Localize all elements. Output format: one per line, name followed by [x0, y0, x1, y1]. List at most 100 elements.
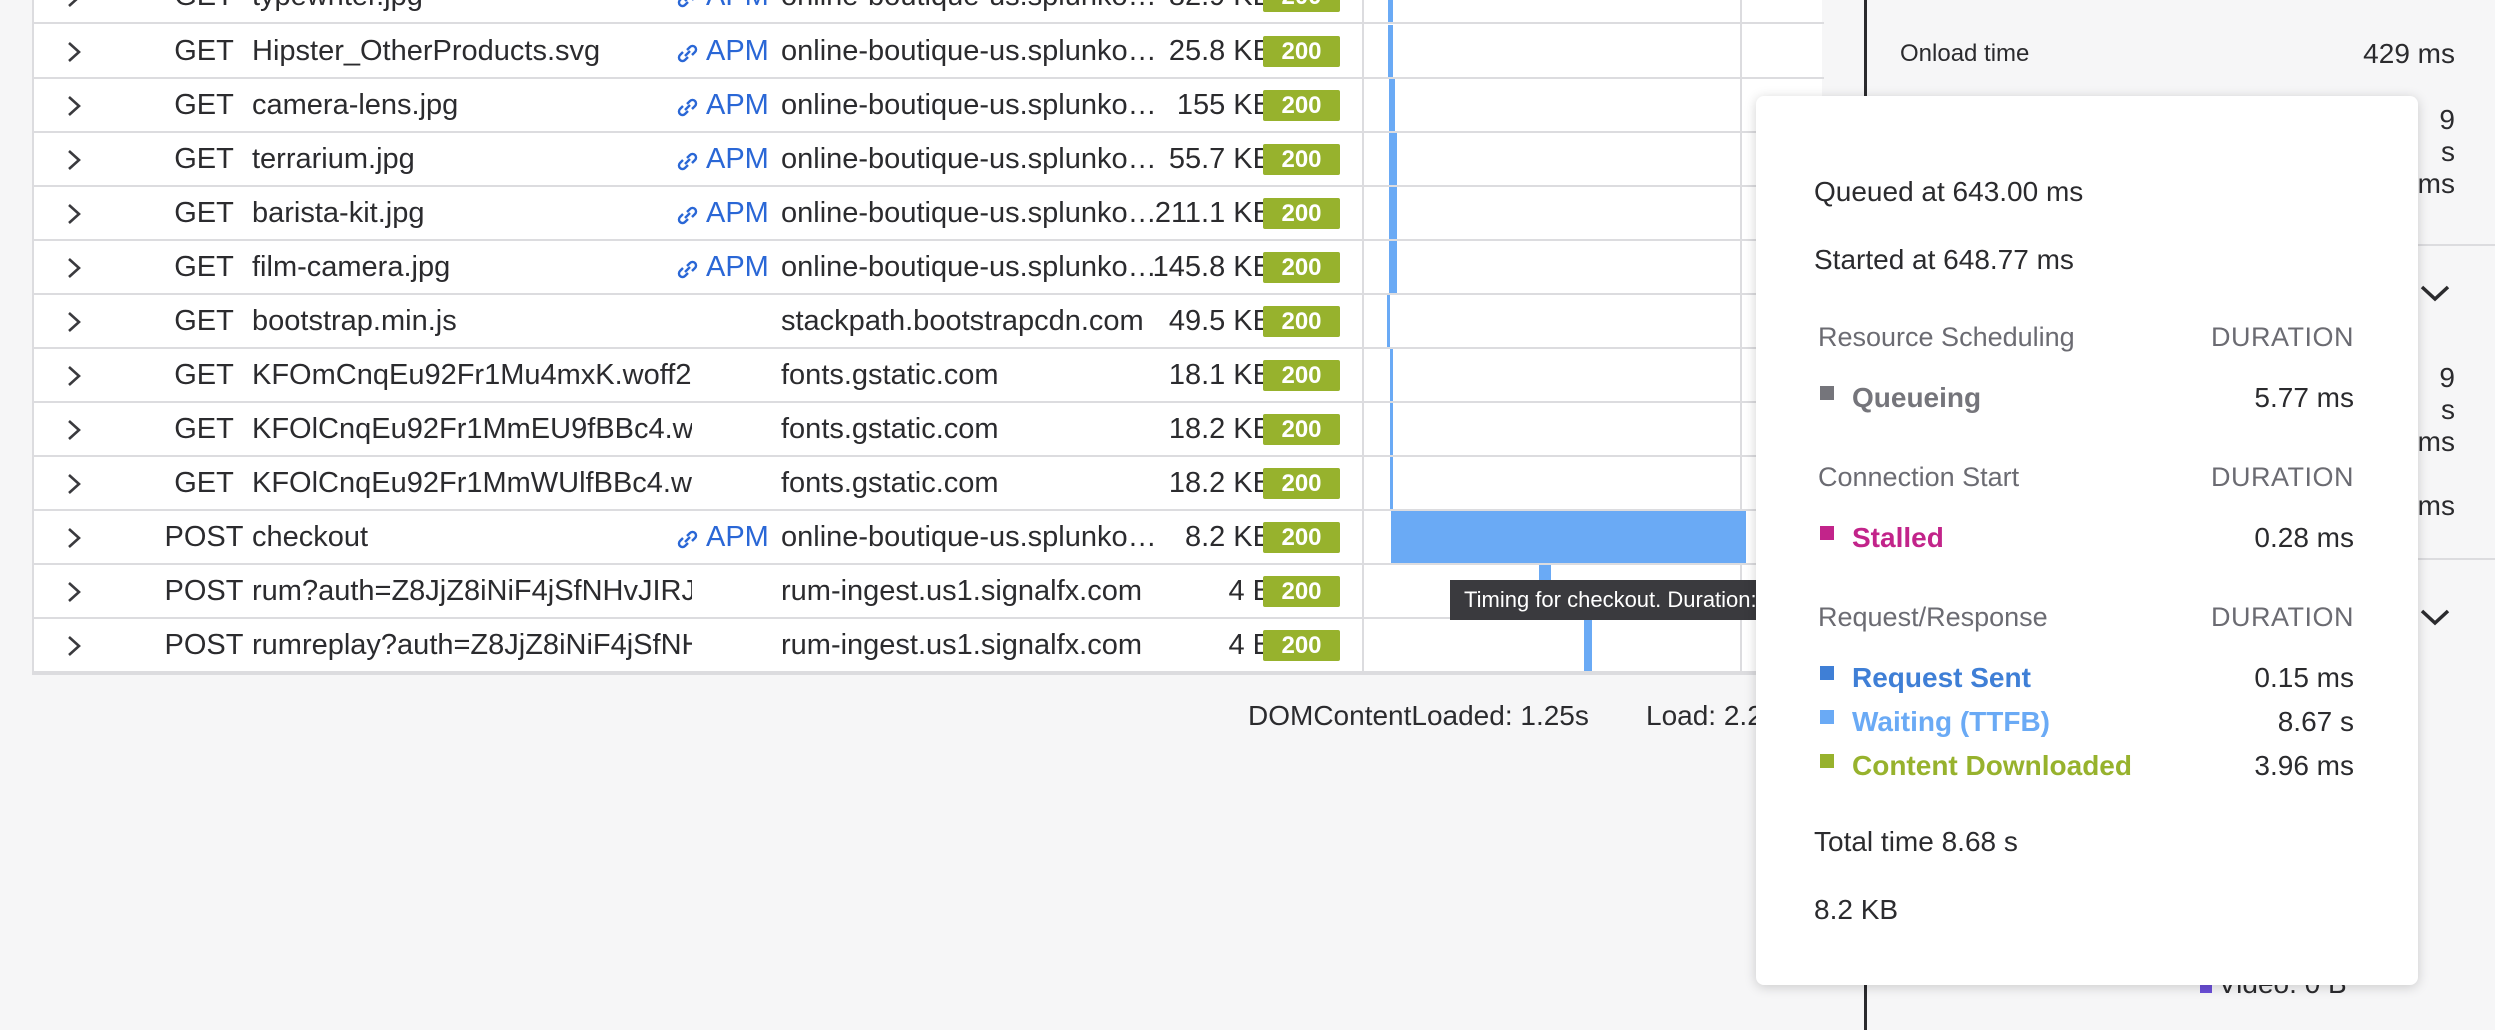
request-name: rumreplay?auth=Z8JjZ8iNiF4jSfNHvJIRJg	[252, 629, 692, 661]
started-at: Started at 648.77 ms	[1814, 244, 2074, 275]
request-name: Hipster_OtherProducts.svg	[252, 35, 601, 67]
waterfall-bar[interactable]	[1389, 241, 1397, 293]
duration-header: DURATION	[2211, 322, 2354, 352]
request-name: bootstrap.min.js	[252, 305, 457, 337]
waterfall-bar[interactable]	[1387, 295, 1390, 347]
request-domain: stackpath.bootstrapcdn.com	[781, 305, 1144, 337]
queued-at: Queued at 643.00 ms	[1814, 176, 2084, 207]
request-domain: fonts.gstatic.com	[781, 359, 999, 391]
status-badge: 200	[1263, 90, 1340, 121]
request-sent-label: Request Sent	[1852, 662, 2031, 693]
request-domain: fonts.gstatic.com	[781, 413, 999, 445]
expand-row-chevron-icon[interactable]	[64, 241, 94, 293]
table-row[interactable]: GET KFOlCnqEu92Fr1MmWUlfBBc4.woff2 fonts.g…	[34, 457, 1824, 511]
transfer-size: 18.2 KB	[1168, 413, 1272, 445]
request-name: film-camera.jpg	[252, 251, 451, 283]
expand-row-chevron-icon[interactable]	[64, 403, 94, 455]
request-method: GET	[144, 0, 264, 22]
content-downloaded-value: 3.96 ms	[2254, 750, 2354, 781]
status-badge: 200	[1263, 0, 1340, 12]
request-name: barista-kit.jpg	[252, 197, 425, 229]
request-name: rum?auth=Z8JjZ8iNiF4jSfNHvJIRJg	[252, 575, 692, 607]
network-table: GETtypewriter.jpgAPMonline-boutique-us.s…	[32, 0, 1824, 675]
request-sent-value: 0.15 ms	[2254, 662, 2354, 693]
stalled-label: Stalled	[1852, 522, 1944, 553]
waterfall-bar[interactable]	[1391, 511, 1746, 563]
waterfall-bar[interactable]	[1389, 79, 1395, 131]
transfer-size: 4 B	[1228, 629, 1272, 661]
waterfall-bar[interactable]	[1390, 403, 1393, 455]
waterfall-bar[interactable]	[1390, 457, 1393, 509]
transfer-size: 8.2 KB	[1184, 521, 1272, 553]
waterfall-bar[interactable]	[1390, 349, 1393, 401]
table-row[interactable]: GET barista-kit.jpg APM online-boutique-us.…	[34, 187, 1824, 241]
waterfall-bar[interactable]	[1389, 187, 1397, 239]
waiting-ttfb-value: 8.67 s	[2277, 706, 2354, 737]
stalled-value: 0.28 ms	[2254, 522, 2354, 553]
request-domain: online-boutique-us.splunkobservability.c…	[781, 0, 1157, 22]
status-badge: 200	[1263, 36, 1340, 67]
request-method: POST	[164, 629, 244, 661]
status-badge: 200	[1263, 630, 1340, 661]
expand-row-chevron-icon[interactable]	[64, 187, 94, 239]
queueing-swatch	[1820, 386, 1834, 400]
request-name: checkout	[252, 521, 369, 553]
table-row[interactable]: GET camera-lens.jpg APM online-boutique-us.…	[34, 79, 1824, 133]
status-badge: 200	[1263, 144, 1340, 175]
transfer-size: 145.8 KB	[1152, 251, 1272, 283]
stalled-swatch	[1820, 526, 1834, 540]
request-method: GET	[174, 251, 234, 283]
expand-row-chevron-icon[interactable]	[64, 25, 94, 77]
timing-popover: Queued at 643.00 ms Started at 648.77 ms…	[1756, 96, 2418, 985]
expand-chevron-icon[interactable]	[2418, 604, 2452, 635]
duration-header: DURATION	[2211, 462, 2354, 492]
waterfall-bar[interactable]	[1388, 0, 1393, 22]
table-row[interactable]: POST checkout APM online-boutique-us.splunk…	[34, 511, 1824, 565]
queueing-label: Queueing	[1852, 382, 1982, 413]
table-row[interactable]: GET terrarium.jpg APM online-boutique-us.sp…	[34, 133, 1824, 187]
table-row[interactable]: GETtypewriter.jpgAPMonline-boutique-us.s…	[34, 0, 1824, 24]
expand-row-chevron-icon[interactable]	[64, 619, 94, 671]
expand-row-chevron-icon[interactable]	[64, 295, 94, 347]
table-row[interactable]: GET bootstrap.min.js stackpath.bootstrapcd…	[34, 295, 1824, 349]
table-row[interactable]: GET KFOmCnqEu92Fr1Mu4mxK.woff2 fonts.gstat…	[34, 349, 1824, 403]
request-method: GET	[174, 89, 234, 121]
expand-row-chevron-icon[interactable]	[64, 457, 94, 509]
status-badge: 200	[1263, 252, 1340, 283]
status-badge: 200	[1263, 522, 1340, 553]
request-method: GET	[174, 359, 234, 391]
waterfall-bar[interactable]	[1584, 619, 1592, 671]
request-domain: rum-ingest.us1.signalfx.com	[781, 575, 1143, 607]
queueing-value: 5.77 ms	[2254, 382, 2354, 413]
table-row[interactable]: GET film-camera.jpg APM online-boutique-us.…	[34, 241, 1824, 295]
expand-row-chevron-icon[interactable]	[64, 349, 94, 401]
request-domain: online-boutique-us.splunkobservability.c…	[781, 89, 1157, 121]
request-method: POST	[164, 521, 244, 553]
expand-row-chevron-icon[interactable]	[64, 0, 94, 22]
section-title-connection-start: Connection Start	[1818, 462, 2020, 492]
status-badge: 200	[1263, 576, 1340, 607]
table-row[interactable]: GET KFOlCnqEu92Fr1MmEU9fBBc4.woff2 fonts.g…	[34, 403, 1824, 457]
content-downloaded-label: Content Downloaded	[1852, 750, 2132, 781]
request-method: POST	[164, 575, 244, 607]
request-domain: online-boutique-us.splunkobservability.c…	[781, 521, 1157, 553]
table-row[interactable]: GET Hipster_OtherProducts.svg APM online-bo…	[34, 25, 1824, 79]
request-domain: online-boutique-us.splunkobservability.c…	[781, 143, 1157, 175]
expand-chevron-icon[interactable]	[2418, 280, 2452, 311]
transfer-size: 55.7 KB	[1168, 143, 1272, 175]
expand-row-chevron-icon[interactable]	[64, 565, 94, 617]
transfer-size: 18.2 KB	[1168, 467, 1272, 499]
waiting-ttfb-swatch	[1820, 710, 1834, 724]
status-badge: 200	[1263, 468, 1340, 499]
request-name: typewriter.jpg	[252, 0, 692, 22]
expand-row-chevron-icon[interactable]	[64, 133, 94, 185]
waterfall-bar[interactable]	[1389, 133, 1397, 185]
request-domain: rum-ingest.us1.signalfx.com	[781, 629, 1143, 661]
request-name: KFOmCnqEu92Fr1Mu4mxK.woff2	[252, 359, 692, 391]
status-badge: 200	[1263, 306, 1340, 337]
request-domain: online-boutique-us.splunkobservability.c…	[781, 251, 1157, 283]
expand-row-chevron-icon[interactable]	[64, 511, 94, 563]
waterfall-bar[interactable]	[1388, 25, 1393, 77]
table-row[interactable]: POSTrumreplay?auth=Z8JjZ8iNiF4jSfNHvJIRJ…	[34, 619, 1824, 673]
expand-row-chevron-icon[interactable]	[64, 79, 94, 131]
